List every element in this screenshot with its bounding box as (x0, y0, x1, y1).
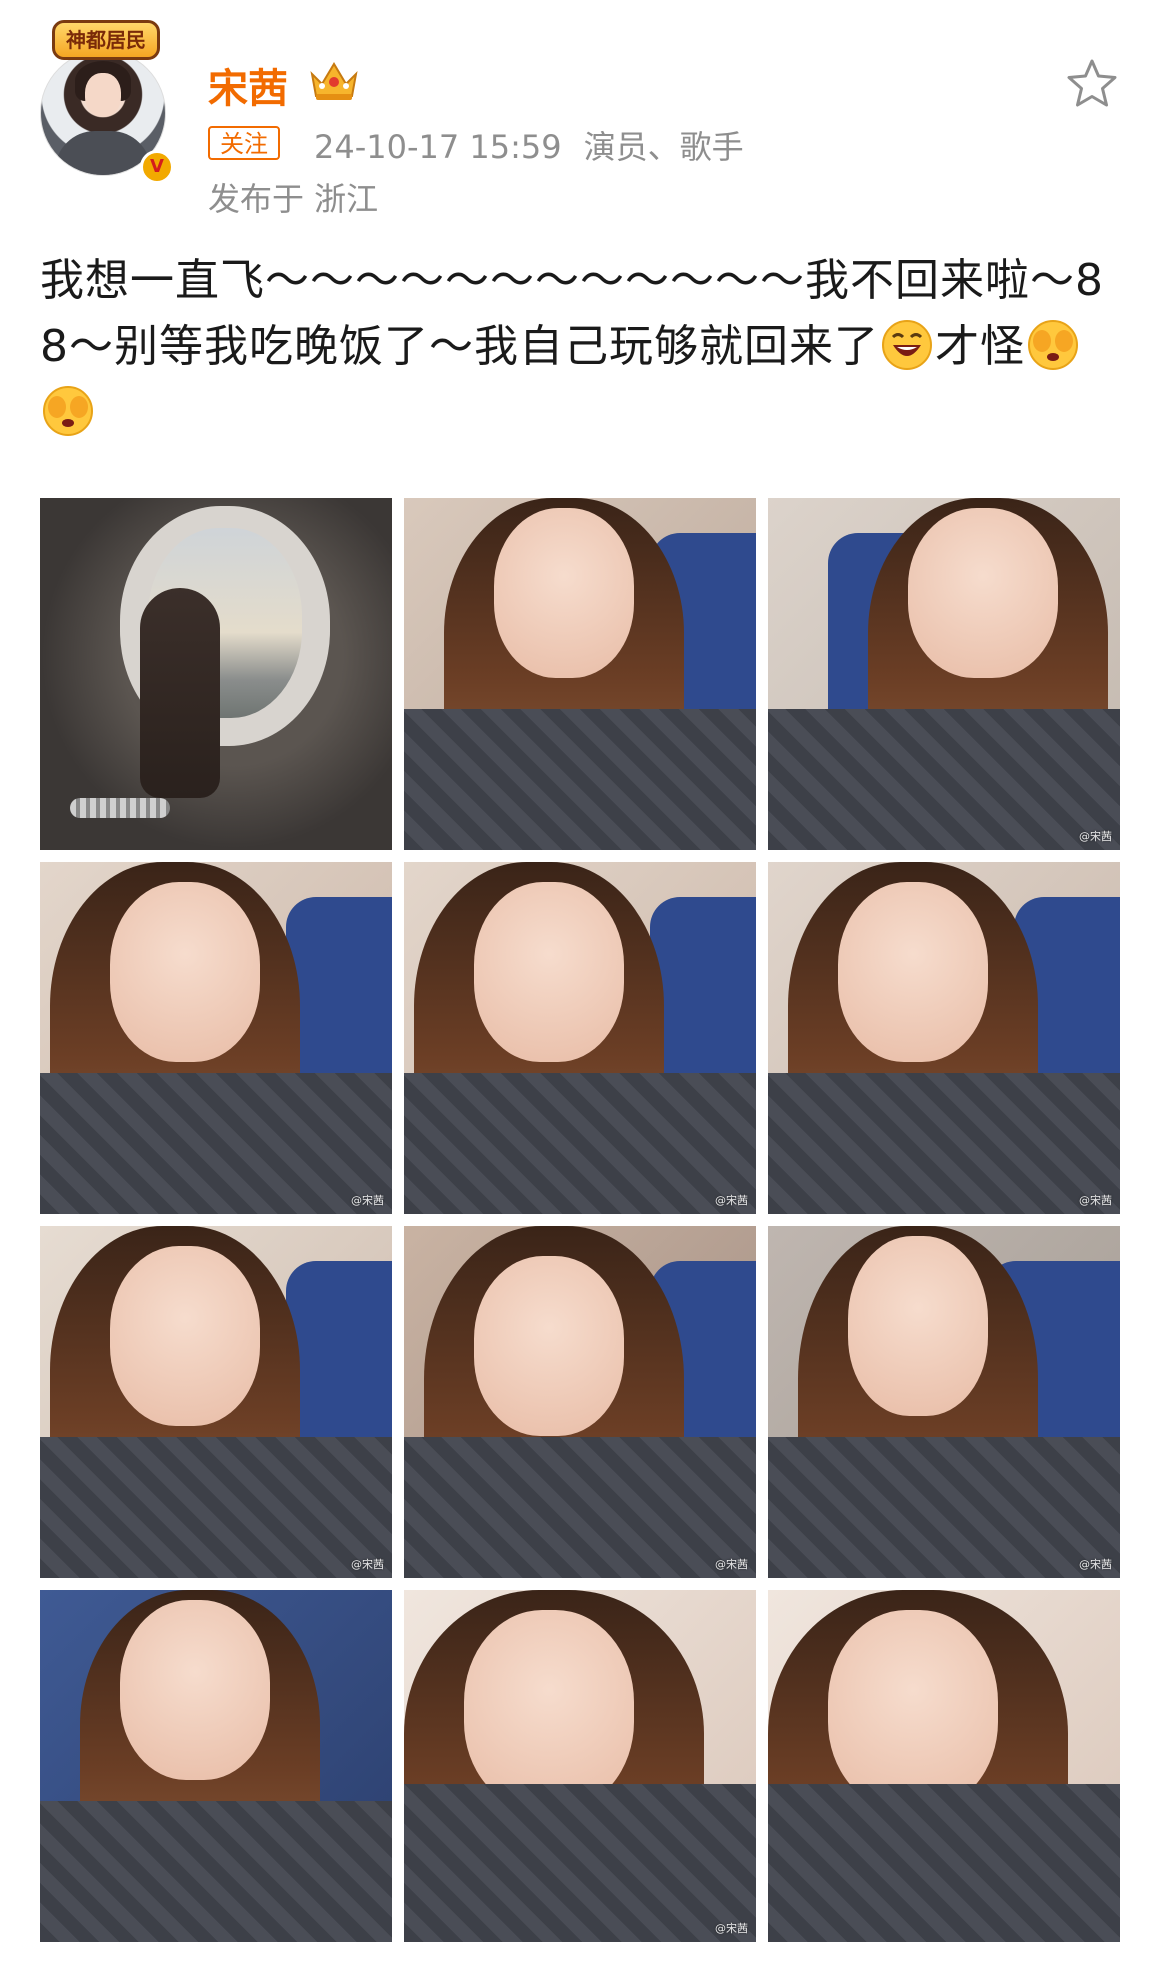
photo-3[interactable]: @宋茜 (768, 498, 1120, 850)
face (828, 1610, 998, 1810)
face (120, 1600, 270, 1780)
user-tags: 演员、歌手 (583, 128, 744, 166)
watermark: @宋茜 (715, 1922, 748, 1935)
avatar-body (55, 131, 151, 175)
photo-12[interactable] (768, 1590, 1120, 1942)
shirt (768, 1783, 1120, 1942)
shirt (404, 1437, 756, 1578)
face (474, 1256, 624, 1436)
shy-emoji (1028, 320, 1078, 370)
photo-9[interactable]: @宋茜 (768, 1226, 1120, 1578)
face (494, 508, 634, 678)
avatar-frame-badge: 神都居民 (52, 20, 160, 60)
watermark: @宋茜 (1079, 1194, 1112, 1207)
shirt (404, 709, 756, 850)
photo-1[interactable] (40, 498, 392, 850)
post-meta: 24-10-17 15:59 演员、歌手 (314, 122, 744, 168)
avatar-container[interactable]: 神都居民 V (40, 20, 174, 184)
post-text: 我想一直飞～～～～～～～～～～～～我不回来啦～88～别等我吃晚饭了～我自己玩够就… (40, 248, 1130, 446)
post-timestamp: 24-10-17 15:59 (314, 128, 562, 166)
avatar-face (85, 73, 121, 117)
shirt (40, 1073, 392, 1214)
shirt (404, 1783, 756, 1942)
shy-emoji (43, 386, 93, 436)
watermark: @宋茜 (351, 1558, 384, 1571)
photo-8[interactable]: @宋茜 (404, 1226, 756, 1578)
shirt (768, 1073, 1120, 1214)
favorite-star-icon[interactable] (1064, 56, 1120, 112)
follow-button[interactable]: 关注 (208, 126, 280, 160)
photo-10[interactable] (40, 1590, 392, 1942)
bracelet (70, 798, 170, 818)
watermark: @宋茜 (715, 1558, 748, 1571)
watermark: @宋茜 (1079, 830, 1112, 843)
laugh-emoji (882, 320, 932, 370)
shirt (404, 1073, 756, 1214)
face (838, 882, 988, 1062)
crown-icon (310, 62, 358, 100)
face (110, 882, 260, 1062)
verified-icon: V (140, 150, 174, 184)
watermark: @宋茜 (715, 1194, 748, 1207)
shirt (768, 709, 1120, 850)
face (464, 1610, 634, 1810)
shirt (40, 1801, 392, 1942)
photo-6[interactable]: @宋茜 (768, 862, 1120, 1214)
face (474, 882, 624, 1062)
photo-5[interactable]: @宋茜 (404, 862, 756, 1214)
watermark: @宋茜 (351, 1194, 384, 1207)
shirt (40, 1437, 392, 1578)
photo-2[interactable] (404, 498, 756, 850)
photo-4[interactable]: @宋茜 (40, 862, 392, 1214)
photo-grid: @宋茜 @宋茜 @宋茜 @宋茜 @宋茜 @宋茜 @宋茜 @宋茜 (40, 498, 1126, 1942)
shirt (768, 1437, 1120, 1578)
face (848, 1236, 988, 1416)
post-location: 发布于 浙江 (208, 180, 379, 218)
photo-11[interactable]: @宋茜 (404, 1590, 756, 1942)
photo-7[interactable]: @宋茜 (40, 1226, 392, 1578)
face (110, 1246, 260, 1426)
peace-sign-hand (140, 588, 220, 798)
post-text-end: 才怪 (935, 321, 1025, 372)
face (908, 508, 1058, 678)
username[interactable]: 宋茜 (208, 56, 288, 114)
watermark: @宋茜 (1079, 1558, 1112, 1571)
